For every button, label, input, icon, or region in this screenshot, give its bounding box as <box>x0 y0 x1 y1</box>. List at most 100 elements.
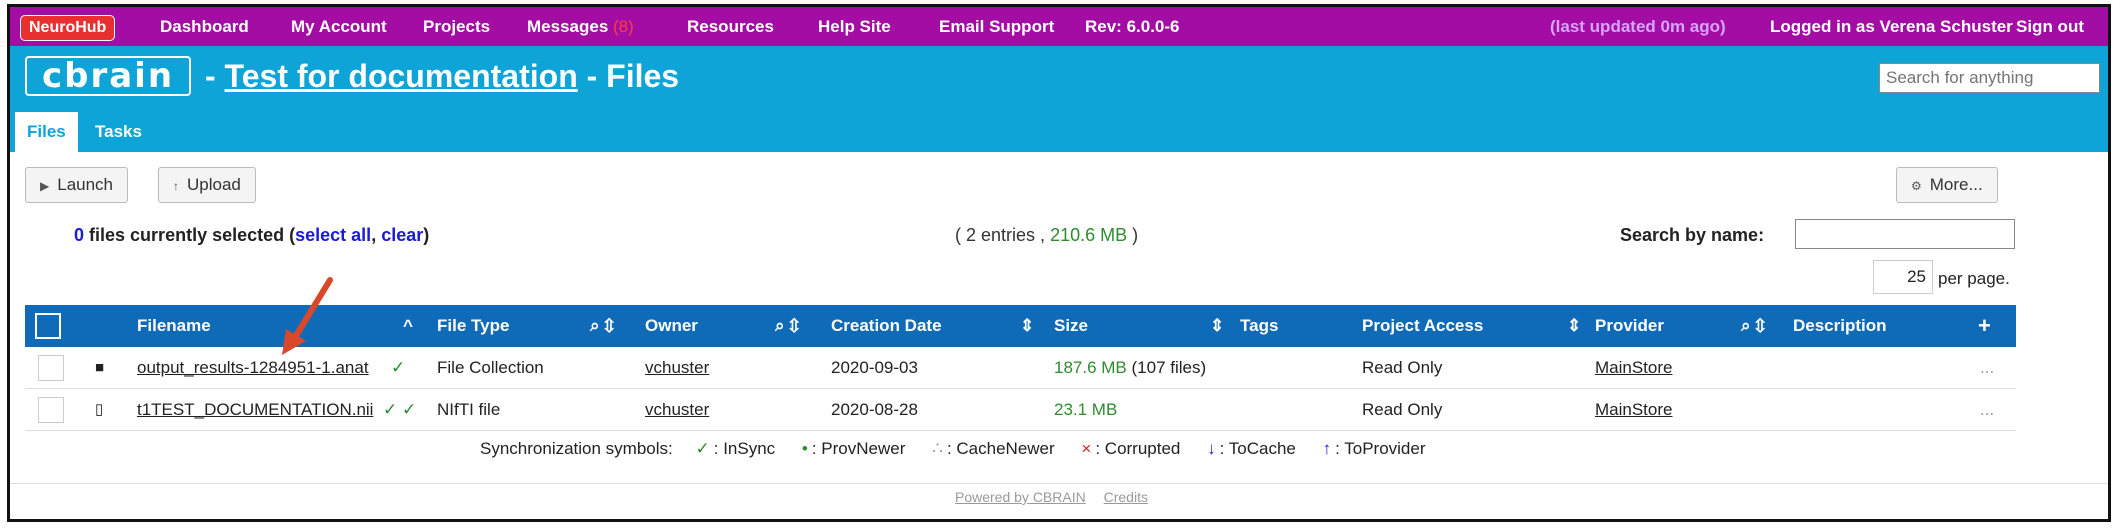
cachenewer-text: : CacheNewer <box>946 439 1055 458</box>
col-tags[interactable]: Tags <box>1240 305 1278 347</box>
page-title: - Test for documentation - Files <box>205 56 679 96</box>
toprovider-text: : ToProvider <box>1335 439 1426 458</box>
legend-corrupted: ×: Corrupted <box>1081 439 1184 458</box>
sort-up-icon[interactable]: ^ <box>403 305 413 347</box>
browser-frame: NeuroHub Dashboard My Account Projects M… <box>7 4 2111 522</box>
col-file-type[interactable]: File Type <box>437 305 509 347</box>
sign-out-link[interactable]: Sign out <box>2016 7 2084 46</box>
sort-icon[interactable]: ⇕ <box>1567 305 1581 347</box>
annotation-arrow-icon <box>282 277 333 355</box>
filename-link[interactable]: t1TEST_DOCUMENTATION.nii <box>137 389 373 430</box>
entries-close: ) <box>1132 225 1139 245</box>
file-type: NIfTI file <box>437 400 501 419</box>
col-owner[interactable]: Owner <box>645 305 698 347</box>
creation-date: 2020-08-28 <box>831 400 918 419</box>
col-size[interactable]: Size <box>1054 305 1088 347</box>
per-page-input[interactable]: 25 <box>1873 260 1933 294</box>
sync-legend-label: Synchronization symbols: <box>480 439 673 458</box>
add-column-icon[interactable]: + <box>1978 305 1991 347</box>
provider-link[interactable]: MainStore <box>1595 389 1672 430</box>
select-all-link[interactable]: select all <box>295 225 371 245</box>
folder-icon: ■ <box>95 359 105 376</box>
filter-sort-icon[interactable]: ⌕ ⇕ <box>590 305 614 347</box>
sync-status: ✓ ✓ <box>383 400 417 419</box>
size-value: 187.6 MB <box>1054 358 1127 377</box>
legend-toprovider: ↑: ToProvider <box>1323 439 1430 458</box>
powered-by-link[interactable]: Powered by CBRAIN <box>955 489 1086 505</box>
menu-resources[interactable]: Resources <box>687 7 774 46</box>
provnewer-text: : ProvNewer <box>811 439 906 458</box>
tab-files[interactable]: Files <box>15 112 78 152</box>
global-search-input[interactable] <box>1879 63 2100 93</box>
row-checkbox[interactable] <box>38 397 64 423</box>
menu-email-support[interactable]: Email Support <box>939 7 1054 46</box>
insync-icon: ✓ <box>695 439 710 458</box>
gear-icon: ⚙ <box>1911 179 1922 193</box>
menu-my-account[interactable]: My Account <box>291 7 387 46</box>
play-icon: ▶ <box>40 179 50 193</box>
row-checkbox[interactable] <box>38 355 64 381</box>
cbrain-logo[interactable]: cbrain <box>25 56 191 96</box>
select-all-checkbox[interactable] <box>35 313 61 339</box>
owner-link[interactable]: vchuster <box>645 347 709 388</box>
size-value: 23.1 MB <box>1054 400 1118 419</box>
last-updated: (last updated 0m ago) <box>1550 17 1726 36</box>
selection-close: ) <box>423 225 430 245</box>
col-filename[interactable]: Filename <box>137 305 211 347</box>
clear-link[interactable]: clear <box>381 225 423 245</box>
credits-link[interactable]: Credits <box>1104 489 1148 505</box>
sync-legend: Synchronization symbols: ✓: InSync •: Pr… <box>480 439 1434 459</box>
filter-sort-icon[interactable]: ⌕ ⇕ <box>775 305 799 347</box>
project-access: Read Only <box>1362 400 1443 419</box>
tab-tasks[interactable]: Tasks <box>83 112 154 152</box>
col-description[interactable]: Description <box>1793 305 1887 347</box>
col-project-access[interactable]: Project Access <box>1362 305 1483 347</box>
col-creation-date[interactable]: Creation Date <box>831 305 942 347</box>
cachenewer-icon: ∴ <box>932 439 943 458</box>
legend-tocache: ↓: ToCache <box>1207 439 1300 458</box>
upload-arrow-icon: ↑ <box>173 179 179 193</box>
logged-in-as: Logged in as Verena Schuster <box>1770 17 2013 36</box>
page-header: cbrain - Test for documentation - Files … <box>10 46 2108 152</box>
row-more-icon[interactable]: ... <box>1980 389 1994 430</box>
file-size: 23.1 MB <box>1054 389 1117 430</box>
file-icon: ▯ <box>95 401 104 418</box>
corrupted-icon: × <box>1081 439 1092 458</box>
upload-button[interactable]: ↑ Upload <box>158 167 256 203</box>
project-link[interactable]: Test for documentation <box>225 58 578 94</box>
title-files: - Files <box>586 58 680 94</box>
insync-text: : InSync <box>713 439 776 458</box>
search-by-name-input[interactable] <box>1795 219 2015 249</box>
more-label: More... <box>1929 175 1983 194</box>
owner-link[interactable]: vchuster <box>645 389 709 430</box>
title-separator: - <box>205 58 216 94</box>
neurohub-badge[interactable]: NeuroHub <box>20 15 116 41</box>
filter-sort-icon[interactable]: ⌕ ⇕ <box>1741 305 1765 347</box>
table-row[interactable]: ▯ t1TEST_DOCUMENTATION.nii ✓ ✓ NIfTI fil… <box>25 389 2016 431</box>
menu-projects[interactable]: Projects <box>423 7 490 46</box>
row-more-icon[interactable]: ... <box>1980 347 1994 388</box>
size-extra: (107 files) <box>1131 358 1207 377</box>
sort-icon[interactable]: ⇕ <box>1210 305 1224 347</box>
provider-link[interactable]: MainStore <box>1595 347 1672 388</box>
upload-label: Upload <box>187 175 241 194</box>
search-by-name-label: Search by name: <box>1620 225 1765 245</box>
toprovider-icon: ↑ <box>1322 439 1332 458</box>
page-footer: Powered by CBRAIN Credits <box>955 489 1162 505</box>
menu-dashboard[interactable]: Dashboard <box>160 7 249 46</box>
menu-messages-label: Messages <box>527 17 609 36</box>
menu-messages[interactable]: Messages (8) <box>527 7 634 46</box>
selected-count: 0 <box>74 225 85 245</box>
tocache-text: : ToCache <box>1219 439 1296 458</box>
entries-summary: ( 2 entries , 210.6 MB ) <box>955 225 1138 246</box>
selection-comma: , <box>371 225 377 245</box>
col-provider[interactable]: Provider <box>1595 305 1664 347</box>
menu-help-site[interactable]: Help Site <box>818 7 891 46</box>
messages-count: (8) <box>613 17 634 36</box>
top-menu-bar: NeuroHub Dashboard My Account Projects M… <box>10 7 2108 46</box>
more-button[interactable]: ⚙ More... <box>1896 167 1998 203</box>
sync-status: ✓ <box>391 358 406 377</box>
sort-icon[interactable]: ⇕ <box>1020 305 1034 347</box>
tocache-icon: ↓ <box>1207 439 1216 458</box>
launch-button[interactable]: ▶ Launch <box>25 167 129 203</box>
